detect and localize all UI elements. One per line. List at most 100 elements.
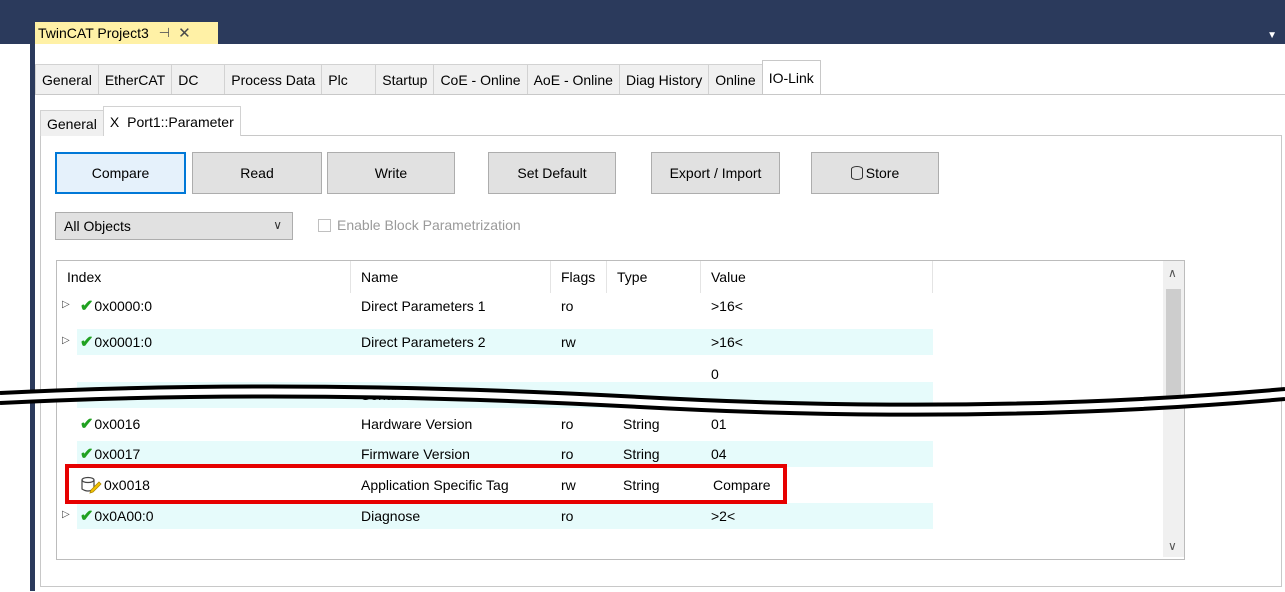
- index-text: 0x0017: [94, 446, 141, 462]
- export-import-button[interactable]: Export / Import: [651, 152, 780, 194]
- store-button-label: Store: [865, 165, 900, 181]
- index-cell: ✔ 0x0000:0: [80, 293, 152, 319]
- flags-cell: ro: [561, 298, 574, 314]
- flags-cell: ro: [561, 508, 574, 524]
- row-stripe: [77, 382, 933, 408]
- scrollbar-thumb[interactable]: [1166, 289, 1181, 397]
- table-row[interactable]: ▷ ✔ 0x0000:0 Direct Parameters 1 ro >16<: [57, 293, 1162, 319]
- column-header-flags[interactable]: Flags: [551, 261, 607, 293]
- tab-diag-history[interactable]: Diag History: [618, 64, 710, 94]
- object-filter-value: All Objects: [64, 218, 131, 234]
- type-cell: String: [623, 477, 660, 493]
- tab-dc[interactable]: DC: [171, 64, 226, 94]
- flags-cell: rw: [561, 477, 576, 493]
- read-button[interactable]: Read: [192, 152, 322, 194]
- database-icon: [850, 166, 863, 180]
- index-cell: ✔ 0x0017: [80, 441, 140, 467]
- object-filter-select[interactable]: All Objects ∨: [55, 212, 293, 240]
- document-tab[interactable]: TwinCAT Project3 ⊣ ✕: [35, 22, 218, 44]
- tab-online[interactable]: Online: [708, 64, 763, 94]
- tab-io-link[interactable]: IO-Link: [761, 60, 821, 94]
- check-icon: ✔: [80, 334, 94, 351]
- sub-tab-strip: General X Port1::Parameter: [40, 106, 241, 136]
- index-text: 0x0A00:0: [94, 508, 154, 524]
- main-tab-strip: General EtherCAT DC Process Data Plc Sta…: [35, 60, 821, 94]
- sub-tab-general[interactable]: General: [40, 110, 104, 136]
- write-button[interactable]: Write: [327, 152, 455, 194]
- close-icon[interactable]: ✕: [178, 24, 191, 42]
- table-row[interactable]: 0x0018 Application Specific Tag rw Strin…: [57, 472, 1162, 498]
- expand-icon[interactable]: ▷: [62, 335, 70, 346]
- chevron-down-icon: ∨: [273, 218, 282, 232]
- index-text: 0x0016: [94, 416, 141, 432]
- scroll-down-icon[interactable]: ∨: [1168, 539, 1177, 553]
- table-row[interactable]: ✔ 0x0015 Serial Number ro: [57, 382, 1162, 408]
- tab-process-data[interactable]: Process Data: [224, 64, 323, 94]
- name-cell: Hardware Version: [361, 416, 473, 432]
- name-cell: Direct Parameters 1: [361, 298, 486, 314]
- name-cell: Diagnose: [361, 508, 421, 524]
- sub-tab-port1-parameter[interactable]: X Port1::Parameter: [102, 106, 241, 136]
- check-icon: ✔: [80, 298, 94, 315]
- database-edit-icon: [81, 476, 102, 494]
- column-header-value[interactable]: Value: [701, 261, 933, 293]
- check-icon: ✔: [80, 416, 94, 433]
- column-header-name[interactable]: Name: [351, 261, 551, 293]
- check-icon: ✔: [80, 446, 94, 463]
- index-cell: ✔ 0x0015: [80, 382, 140, 408]
- column-header-index[interactable]: Index: [57, 261, 351, 293]
- index-cell: ✔ 0x0A00:0: [80, 503, 154, 529]
- tab-aoe-online[interactable]: AoE - Online: [526, 64, 620, 94]
- set-default-button[interactable]: Set Default: [488, 152, 616, 194]
- enable-block-checkbox[interactable]: Enable Block Parametrization: [318, 217, 521, 233]
- value-cell: >2<: [711, 508, 736, 524]
- table-row[interactable]: ✔ 0x0016 Hardware Version ro String 01: [57, 411, 1162, 437]
- tab-startup[interactable]: Startup: [375, 64, 435, 94]
- type-cell: String: [623, 446, 660, 462]
- type-cell: String: [623, 416, 660, 432]
- index-text: 0x0018: [104, 477, 150, 493]
- name-cell: Firmware Version: [361, 446, 470, 462]
- row-stripe: [77, 329, 933, 355]
- scroll-up-icon[interactable]: ∧: [1168, 266, 1177, 280]
- document-tab-bar: TwinCAT Project3 ⊣ ✕ ▼: [0, 0, 1285, 44]
- check-icon: ✔: [80, 508, 94, 525]
- index-cell: 0x0018: [80, 472, 150, 498]
- value-cell: >16<: [711, 298, 743, 314]
- table-row[interactable]: ✔ 0x0017 Firmware Version ro String 04: [57, 441, 1162, 467]
- chevron-down-icon[interactable]: ▼: [1267, 30, 1277, 41]
- sub-tab-label: Port1::Parameter: [127, 113, 234, 130]
- tab-plc[interactable]: Plc: [321, 64, 377, 94]
- vertical-scrollbar[interactable]: ∧ ∨: [1163, 261, 1184, 557]
- index-text: 0x0000:0: [94, 298, 153, 314]
- flags-cell: ro: [561, 416, 574, 432]
- document-tab-title: TwinCAT Project3: [38, 25, 149, 41]
- value-cell: Compare: [713, 477, 771, 493]
- table-header: Index Name Flags Type Value: [57, 261, 1162, 293]
- value-cell: 01: [711, 416, 727, 432]
- compare-button[interactable]: Compare: [55, 152, 186, 194]
- name-cell: Direct Parameters 2: [361, 334, 486, 350]
- index-cell: ✔ 0x0001:0: [80, 329, 152, 355]
- index-cell: ✔ 0x0016: [80, 411, 140, 437]
- tab-general[interactable]: General: [35, 64, 99, 94]
- table-row[interactable]: ▷ ✔ 0x0001:0 Direct Parameters 2 rw >16<: [57, 329, 1162, 355]
- close-icon[interactable]: X: [110, 114, 119, 130]
- index-text: 0x0001:0: [94, 334, 153, 350]
- table-row[interactable]: ▷ ✔ 0x0A00:0 Diagnose ro >2<: [57, 503, 1162, 529]
- expand-icon[interactable]: ▷: [62, 509, 70, 520]
- name-cell: Application Specific Tag: [361, 477, 509, 493]
- column-header-type[interactable]: Type: [607, 261, 701, 293]
- flags-cell: ro: [561, 446, 574, 462]
- tab-coe-online[interactable]: CoE - Online: [433, 64, 528, 94]
- expand-icon[interactable]: ▷: [62, 299, 70, 310]
- value-cell: >16<: [711, 334, 743, 350]
- row-stripe: [77, 441, 933, 467]
- tab-ethercat[interactable]: EtherCAT: [97, 64, 173, 94]
- name-cell: Serial Number: [361, 387, 451, 403]
- checkbox-box[interactable]: [318, 218, 331, 232]
- index-text: 0x0015: [94, 387, 141, 403]
- parameter-table: Index Name Flags Type Value ▷ ✔ 0x0000:0…: [56, 260, 1185, 560]
- pin-icon[interactable]: ⊣: [159, 25, 170, 41]
- store-button[interactable]: Store: [811, 152, 939, 194]
